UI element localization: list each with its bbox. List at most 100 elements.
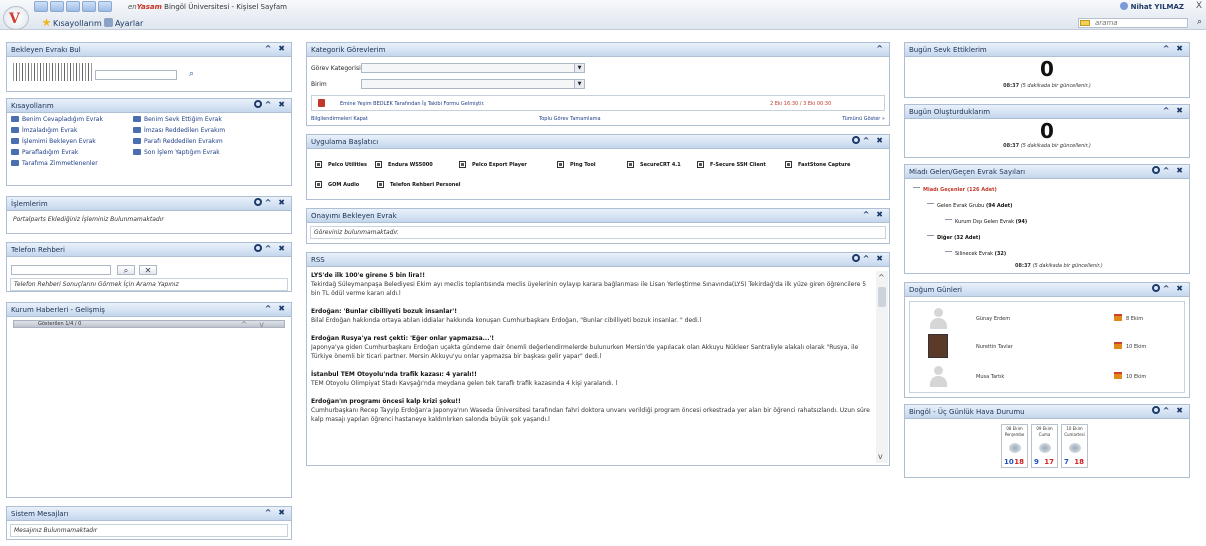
gear-icon[interactable] — [253, 244, 262, 252]
panel-my-actions: İşlemlerim ^ ✖ Portalparts Eklediğiniz İş… — [6, 196, 292, 234]
nav-settings[interactable]: Ayarlar — [104, 18, 143, 28]
panel-title: RSS — [311, 256, 325, 264]
document-icon — [11, 127, 19, 133]
nav-shortcuts[interactable]: Kısayollarım — [42, 18, 102, 28]
app-launch-item[interactable]: GOM Audio — [315, 181, 359, 188]
shortcut-item[interactable]: Benim Cevapladığım Evrak — [11, 116, 133, 123]
panel-controls[interactable]: ^ ✖ — [253, 198, 287, 207]
category-select[interactable]: ▼ — [361, 63, 585, 73]
panel-controls[interactable]: ^ — [876, 44, 885, 53]
bulk-complete-link[interactable]: Toplu Görev Tamamlama — [539, 116, 601, 122]
shortcut-item[interactable]: Parafladığım Evrak — [11, 149, 133, 156]
birthday-row[interactable]: Nurettin Tavlar 10 Ekim — [918, 334, 1174, 360]
weather-day: 10 Ekim Cumartesi 7 18 — [1061, 424, 1088, 468]
tree-node-incoming[interactable]: Gelen Evrak Grubu (94 Adet) — [927, 203, 1012, 209]
close-button[interactable]: X — [1196, 1, 1202, 11]
quick-button-2[interactable] — [50, 1, 64, 12]
app-launch-item[interactable]: Endura WS5000 — [375, 161, 433, 168]
panel-controls[interactable]: ^ ✖ — [265, 304, 287, 313]
phone-search-input[interactable] — [11, 265, 111, 275]
panel-controls[interactable]: ^ ✖ — [253, 244, 287, 253]
app-launch-item[interactable]: Pelco Export Player — [459, 161, 527, 168]
gear-icon[interactable] — [1151, 284, 1160, 292]
rss-headline[interactable]: Erdoğan'ın programı öncesi kalp krizi şo… — [311, 397, 873, 406]
panel-controls[interactable]: ^ ✖ — [1151, 284, 1185, 293]
rss-headline[interactable]: LYS'de ilk 100'e girene 5 bin lira!! — [311, 271, 873, 280]
task-item[interactable]: Emine Yeşim BEDLEK Tarafından İş Takibi … — [311, 95, 885, 111]
shortcut-item[interactable]: Son İşlem Yaptığım Evrak — [133, 149, 287, 156]
shortcut-item[interactable]: Parafı Reddedilen Evrakım — [133, 138, 287, 145]
shortcut-item[interactable]: İmzası Reddedilen Evrakım — [133, 127, 287, 134]
rss-headline[interactable]: Erdoğan: 'Bunlar cibilliyeti bozuk insan… — [311, 307, 873, 316]
sent-count: 0 — [1040, 57, 1054, 81]
app-launch-item[interactable]: SecureCRT 4.1 — [627, 161, 681, 168]
rss-summary: TEM Otoyolu Olimpiyat Stadı Kavşağı'nda … — [311, 380, 618, 387]
show-all-link[interactable]: Tümünü Göster » — [842, 116, 885, 122]
panel-system-messages: Sistem Mesajları ^ ✖ Mesajınız Bulunmamak… — [6, 506, 292, 540]
scroll-thumb[interactable] — [878, 287, 886, 307]
panel-controls[interactable]: ^ ✖ — [863, 210, 885, 219]
gear-icon[interactable] — [851, 254, 860, 262]
quick-button-4[interactable] — [82, 1, 96, 12]
weather-icon — [1009, 443, 1021, 453]
search-button[interactable]: ⌕ — [117, 265, 135, 275]
rss-headline[interactable]: İstanbul TEM Otoyolu'nda trafik kazası: … — [311, 370, 873, 379]
panel-controls[interactable]: ^ ✖ — [851, 136, 885, 145]
quick-button-5[interactable] — [98, 1, 112, 12]
tree-root[interactable]: Miadı Geçenler (126 Adet) — [913, 187, 997, 193]
shortcut-item[interactable]: İmzaladığım Evrak — [11, 127, 133, 134]
gear-icon[interactable] — [1151, 166, 1160, 174]
panel-title: Bekleyen Evrakı Bul — [11, 46, 81, 54]
panel-title: Miadı Gelen/Geçen Evrak Sayıları — [909, 168, 1026, 176]
app-launch-item[interactable]: Pelco Utilities — [315, 161, 367, 168]
rss-scrollbar[interactable]: ^ v — [876, 271, 888, 463]
search-icon[interactable]: ⌕ — [189, 69, 194, 79]
gear-icon[interactable] — [253, 100, 262, 108]
app-logo[interactable]: V — [3, 6, 29, 30]
unit-select[interactable]: ▼ — [361, 79, 585, 89]
tree-node-delete[interactable]: Silinecek Evrak (32) — [945, 251, 1006, 257]
app-launch-item[interactable]: FastStone Capture — [785, 161, 850, 168]
search-icon[interactable]: ⌕ — [1197, 17, 1202, 27]
panel-controls[interactable]: ^ ✖ — [265, 44, 287, 53]
quick-button-1[interactable] — [34, 1, 48, 12]
app-icon — [375, 161, 382, 168]
app-launch-item[interactable]: Ping Tool — [557, 161, 596, 168]
scroll-down-icon[interactable]: v — [878, 452, 883, 461]
panel-controls[interactable]: ^ ✖ — [1163, 44, 1185, 53]
close-notifications-link[interactable]: Bilgilendirmeleri Kapat — [311, 116, 368, 122]
app-icon — [785, 161, 792, 168]
panel-controls[interactable]: ^ ✖ — [1151, 406, 1185, 415]
app-launch-item[interactable]: F-Secure SSH Client — [697, 161, 766, 168]
panel-controls[interactable]: ^ ✖ — [253, 100, 287, 109]
scroll-up-icon[interactable]: ^ — [878, 273, 885, 282]
rss-headline[interactable]: Erdoğan Rusya'ya rest çekti: 'Eğer onlar… — [311, 334, 873, 343]
barcode-input[interactable] — [95, 70, 177, 80]
quick-button-3[interactable] — [66, 1, 80, 12]
gear-icon[interactable] — [253, 198, 262, 206]
panel-controls[interactable]: ^ ✖ — [1151, 166, 1185, 175]
panel-controls[interactable]: ^ ✖ — [851, 254, 885, 263]
news-navigator[interactable]: Gösterilen 1/4 / 0 ^v — [13, 320, 285, 329]
rss-summary: Japonya'ya giden Cumhurbaşkanı Erdoğan u… — [311, 344, 859, 360]
birthday-row[interactable]: Musa Tartık 10 Ekim — [918, 364, 1174, 390]
search-input[interactable] — [1095, 19, 1185, 27]
task-text[interactable]: Emine Yeşim BEDLEK Tarafından İş Takibi … — [340, 101, 485, 107]
user-menu[interactable]: Nihat YILMAZ — [1119, 2, 1184, 11]
app-launch-item[interactable]: Telefon Rehberi Personel — [377, 181, 460, 188]
tree-node-other[interactable]: Diğer (32 Adet) — [927, 235, 981, 241]
panel-controls[interactable]: ^ ✖ — [265, 508, 287, 517]
shortcut-item[interactable]: Benim Sevk Ettiğim Evrak — [133, 116, 287, 123]
gear-icon[interactable] — [1151, 406, 1160, 414]
keyboard-icon[interactable] — [1080, 20, 1090, 26]
shortcut-item[interactable]: Tarafıma Zimmetlenenler — [11, 160, 133, 167]
tree-node-external[interactable]: Kurum Dışı Gelen Evrak (94) — [945, 219, 1027, 225]
shortcut-item[interactable]: İşlemimi Bekleyen Evrak — [11, 138, 133, 145]
news-nav-arrows[interactable]: ^v — [241, 320, 276, 329]
birthday-row[interactable]: Günay Erdem 8 Ekim — [918, 306, 1174, 332]
weather-day: 09 Ekim Cuma 9 17 — [1031, 424, 1058, 468]
update-note: 08:37 (5 dakikada bir güncellenir.) — [1003, 83, 1091, 89]
panel-controls[interactable]: ^ ✖ — [1163, 106, 1185, 115]
gear-icon[interactable] — [851, 136, 860, 144]
clear-search-button[interactable]: ✕ — [139, 265, 157, 275]
